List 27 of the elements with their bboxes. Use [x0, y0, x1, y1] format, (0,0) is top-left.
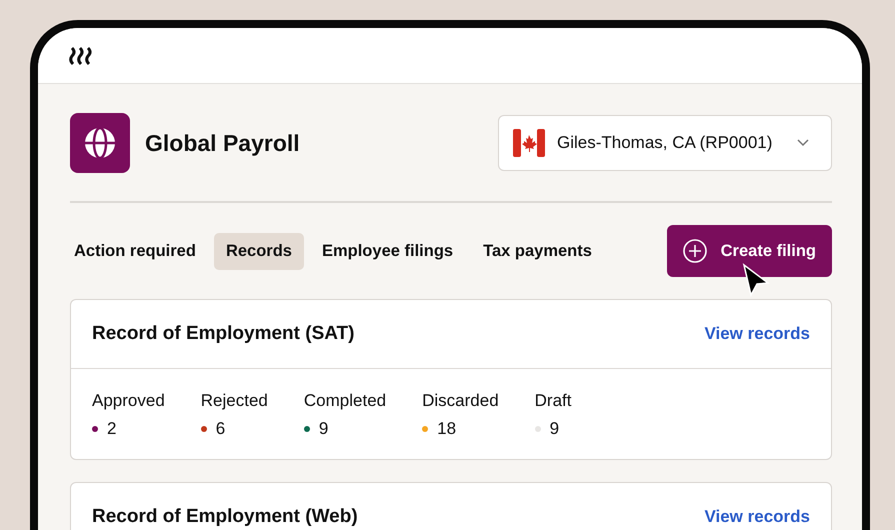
- card-title: Record of Employment (Web): [92, 506, 358, 528]
- view-records-link[interactable]: View records: [704, 507, 810, 527]
- tab[interactable]: Records: [214, 232, 304, 270]
- dropdown-value: Giles-Thomas, CA (RP0001): [557, 133, 774, 153]
- tab[interactable]: Tax payments: [471, 232, 604, 270]
- create-filing-button[interactable]: Create filing: [666, 225, 832, 277]
- stat-label: Draft: [534, 391, 572, 411]
- view-records-link[interactable]: View records: [704, 324, 810, 344]
- stat-label: Rejected: [200, 391, 268, 411]
- stat-count: 9: [318, 419, 328, 439]
- stat-label: Approved: [92, 391, 165, 411]
- entity-dropdown[interactable]: Giles-Thomas, CA (RP0001): [498, 115, 832, 171]
- stat-label: Discarded: [422, 391, 499, 411]
- stat-count: 6: [216, 419, 226, 439]
- stat-count: 2: [107, 419, 116, 439]
- card-title: Record of Employment (SAT): [92, 323, 354, 345]
- globe-icon: [70, 113, 130, 173]
- cursor-icon: [742, 263, 772, 297]
- stat-label: Completed: [304, 391, 386, 411]
- stat-count: 9: [550, 419, 560, 439]
- plus-circle-icon: [682, 239, 707, 263]
- flag-icon: [513, 128, 545, 158]
- page-title: Global Payroll: [145, 130, 301, 156]
- chevron-down-icon: [797, 139, 809, 147]
- tab[interactable]: Employee filings: [310, 232, 466, 270]
- tab[interactable]: Action required: [62, 232, 208, 270]
- stat-count: 18: [437, 419, 456, 439]
